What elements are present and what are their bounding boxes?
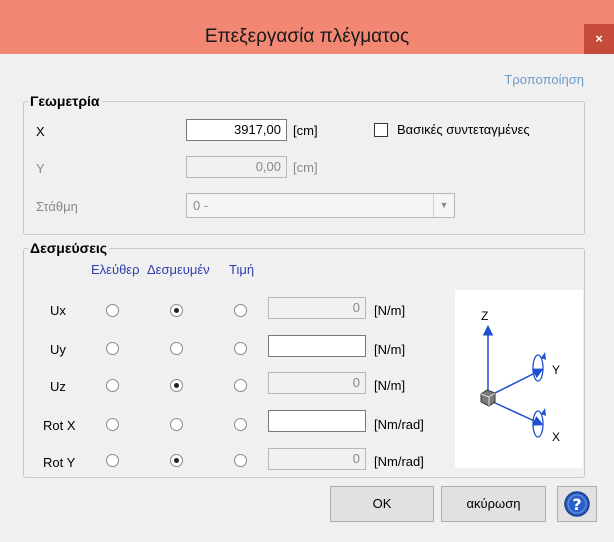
constraints-group-title: Δεσμεύσεις [28, 240, 110, 256]
rotx-unit: [Nm/rad] [374, 417, 424, 432]
x-label: X [36, 124, 45, 139]
uy-unit: [N/m] [374, 342, 406, 357]
rotx-fixed-radio[interactable] [170, 418, 183, 431]
roty-value-radio[interactable] [234, 454, 247, 467]
ux-unit: [N/m] [374, 303, 406, 318]
uz-unit: [N/m] [374, 378, 406, 393]
svg-text:?: ? [572, 495, 581, 514]
column-free: Ελεύθερ [91, 262, 140, 277]
z-axis-label: Z [481, 309, 488, 323]
roty-free-radio[interactable] [106, 454, 119, 467]
close-icon: × [595, 31, 603, 46]
x-input[interactable]: 3917,00 [186, 119, 287, 141]
help-button[interactable]: ? [557, 486, 597, 522]
axis-diagram-svg: Z Y X [480, 309, 560, 444]
ux-value-input[interactable]: 0 [268, 297, 366, 319]
row-label-rotx: Rot X [43, 418, 76, 433]
rotx-free-radio[interactable] [106, 418, 119, 431]
title-bar[interactable]: Επεξεργασία πλέγματος × [0, 0, 614, 54]
ux-fixed-radio[interactable] [170, 304, 183, 317]
column-value: Τιμή [229, 262, 255, 277]
ux-free-radio[interactable] [106, 304, 119, 317]
row-label-ux: Ux [50, 303, 66, 318]
level-select[interactable]: 0 - ▼ [186, 193, 455, 218]
rotation-y-icon [532, 352, 546, 382]
level-value: 0 - [193, 198, 209, 213]
x-unit: [cm] [293, 123, 318, 138]
uy-free-radio[interactable] [106, 342, 119, 355]
uy-fixed-radio[interactable] [170, 342, 183, 355]
dialog-window: Επεξεργασία πλέγματος × Τροποποίηση Γεωμ… [0, 0, 614, 542]
uy-value-radio[interactable] [234, 342, 247, 355]
y-label: Y [36, 161, 45, 176]
basic-coordinates-checkbox[interactable] [374, 123, 388, 137]
uy-value-input[interactable] [268, 335, 366, 357]
roty-fixed-radio[interactable] [170, 454, 183, 467]
cancel-button[interactable]: ακύρωση [441, 486, 546, 522]
mode-label: Τροποποίηση [504, 72, 584, 87]
row-label-uz: Uz [50, 379, 66, 394]
geometry-group-title: Γεωμετρία [28, 93, 102, 109]
uz-value-input[interactable]: 0 [268, 372, 366, 394]
node-cube-icon [480, 389, 496, 407]
ux-value-radio[interactable] [234, 304, 247, 317]
y-unit: [cm] [293, 160, 318, 175]
y-input[interactable]: 0,00 [186, 156, 287, 178]
row-label-roty: Rot Y [43, 455, 76, 470]
uz-value-radio[interactable] [234, 379, 247, 392]
window-title: Επεξεργασία πλέγματος [204, 26, 410, 47]
help-icon: ? [564, 491, 590, 517]
close-button[interactable]: × [584, 24, 614, 54]
rotx-value-radio[interactable] [234, 418, 247, 431]
chevron-down-icon[interactable]: ▼ [433, 194, 454, 217]
ok-button[interactable]: OK [330, 486, 434, 522]
uz-free-radio[interactable] [106, 379, 119, 392]
rotx-value-input[interactable] [268, 410, 366, 432]
axis-diagram: Z Y X [455, 290, 583, 468]
column-fixed: Δεσμευμέν [147, 262, 210, 277]
y-axis-label: Y [552, 363, 560, 377]
row-label-uy: Uy [50, 342, 66, 357]
level-label: Στάθμη [36, 199, 78, 214]
x-axis-label: X [552, 430, 560, 444]
uz-fixed-radio[interactable] [170, 379, 183, 392]
roty-value-input[interactable]: 0 [268, 448, 366, 470]
basic-coordinates-label: Βασικές συντεταγμένες [397, 122, 530, 137]
roty-unit: [Nm/rad] [374, 454, 424, 469]
